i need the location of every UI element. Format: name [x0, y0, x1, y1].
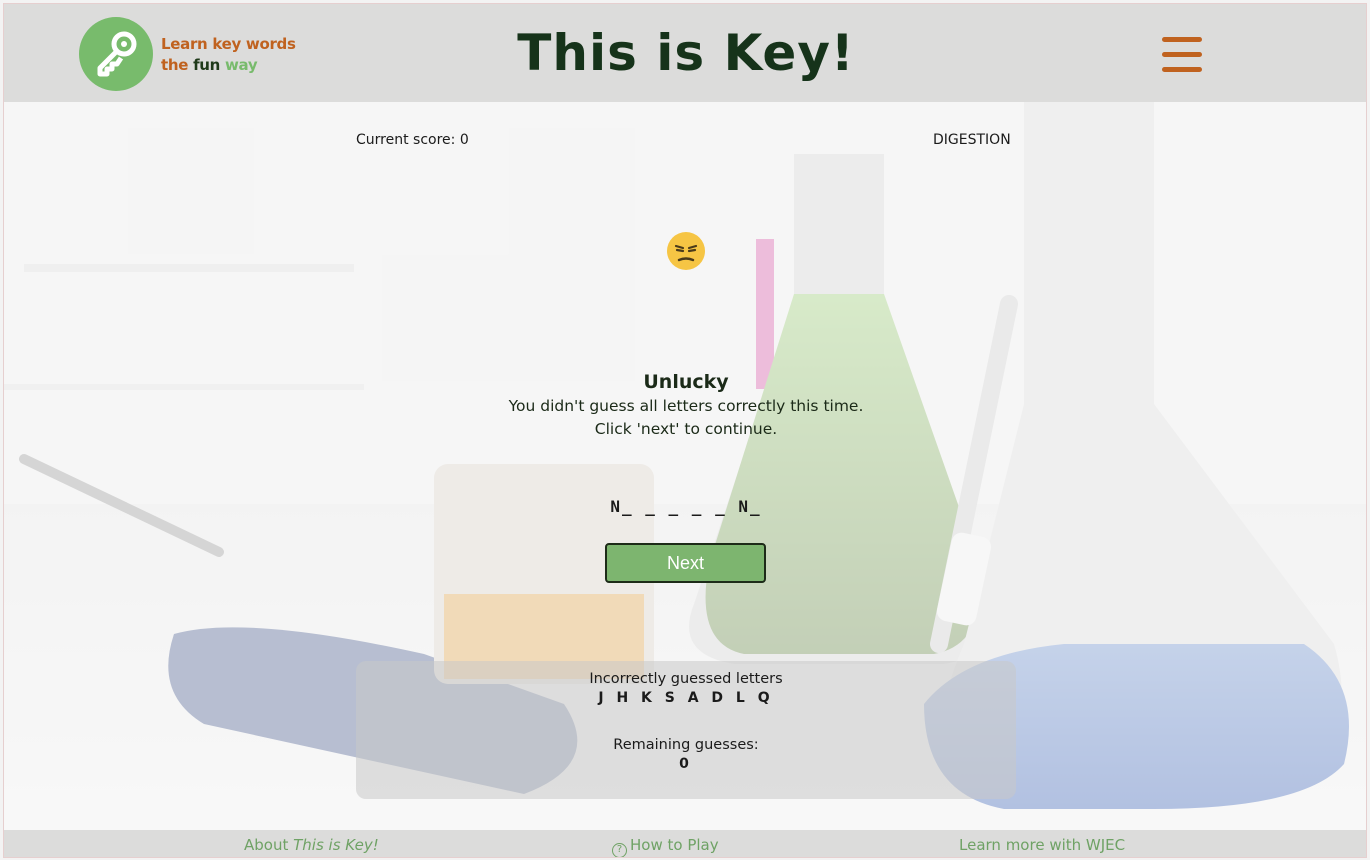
question-circle-icon: ? [612, 843, 627, 857]
about-title: This is Key! [293, 836, 379, 854]
incorrect-letters-label: Incorrectly guessed letters [589, 671, 783, 687]
about-link[interactable]: About This is Key! [244, 836, 379, 854]
result-line2: Click 'next' to continue. [594, 420, 778, 438]
remaining-guesses-value: 0 [679, 756, 693, 772]
guess-panel: Incorrectly guessed letters J H K S A D … [356, 661, 1016, 799]
remaining-guesses-label: Remaining guesses: [613, 737, 759, 753]
result-message: Unlucky You didn't guess all letters cor… [4, 369, 1366, 441]
hamburger-menu-icon[interactable] [1162, 37, 1202, 73]
how-to-play-link[interactable]: ? How to Play [612, 836, 719, 857]
how-to-play-label: How to Play [630, 836, 719, 854]
top-header: Learn key words the fun way This is Key! [4, 4, 1366, 102]
word-display: N_ _ _ _ _ N_ [610, 497, 762, 516]
word-category: DIGESTION [933, 132, 1011, 148]
result-title: Unlucky [643, 371, 729, 393]
incorrect-letters: J H K S A D L Q [598, 690, 774, 706]
unamused-face-emoji [666, 231, 706, 271]
result-line1: You didn't guess all letters correctly t… [508, 397, 864, 415]
current-score: Current score: 0 [356, 132, 469, 148]
next-button[interactable]: Next [605, 543, 766, 583]
page-frame: Learn key words the fun way This is Key!… [3, 3, 1367, 858]
about-prefix: About [244, 836, 289, 854]
wjec-link[interactable]: Learn more with WJEC [959, 836, 1125, 854]
footer: About This is Key! ? How to Play Learn mo… [4, 830, 1366, 857]
